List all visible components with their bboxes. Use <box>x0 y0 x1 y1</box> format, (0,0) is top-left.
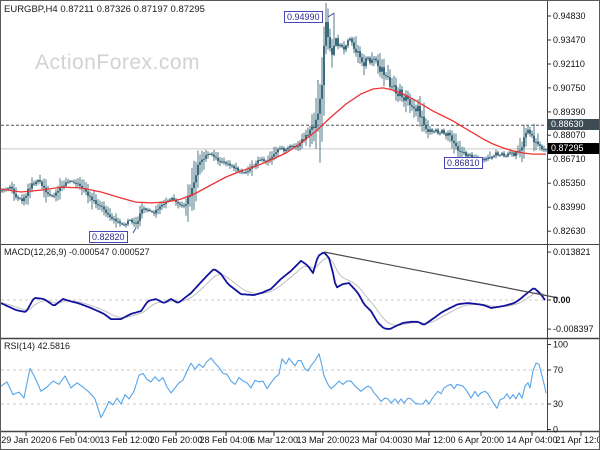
candlestick-wicks <box>1 3 547 229</box>
y-axis-label: 0.93470 <box>553 35 586 45</box>
moving-average-line <box>1 87 546 204</box>
y-axis-label: 0.90750 <box>553 83 586 93</box>
y-axis-label: 0.85350 <box>553 178 586 188</box>
x-axis-label: 6 Mar 12:00 <box>250 435 298 445</box>
y-axis-label: 0.94830 <box>553 11 586 21</box>
price-marker-support: 0.86810 <box>444 157 483 169</box>
y-axis-label: 0.82630 <box>553 226 586 236</box>
y-axis-label: 0.013821 <box>553 247 591 257</box>
x-axis-label: 6 Apr 20:00 <box>458 435 504 445</box>
x-axis-label: 6 Feb 04:00 <box>52 435 100 445</box>
macd-indicator-header: MACD(12,26,9) -0.000547 0.000527 <box>4 247 150 257</box>
x-axis-label: 30 Mar 12:00 <box>402 435 455 445</box>
axis-label-resistance-level: 0.88630 <box>548 119 599 130</box>
marker-connector <box>327 12 335 18</box>
price-marker-high: 0.94990 <box>284 11 323 23</box>
axis-label-current-price: 0.87295 <box>548 143 599 154</box>
chart-canvas[interactable]: 0.94830 0.93470 0.92110 0.90750 0.89390 0.880… <box>1 1 600 450</box>
y-axis-label: 0.92110 <box>553 59 585 69</box>
y-axis-label: 0.88070 <box>553 130 586 140</box>
candlestick-bodies <box>1 22 547 226</box>
y-axis-label: 0.89390 <box>553 107 586 117</box>
x-axis-label: 20 Feb 20:00 <box>149 435 202 445</box>
x-axis-label: 21 Apr 12:00 <box>555 435 600 445</box>
x-axis-label: 13 Mar 20:00 <box>296 435 349 445</box>
trading-chart-window[interactable]: ActionForex.com 0.94830 0.93470 0.92110 0.9… <box>0 0 600 450</box>
symbol-ohlc-header: EURGBP,H4 0.87211 0.87326 0.87197 0.8729… <box>4 4 205 15</box>
y-axis-label: 0.00 <box>553 295 571 305</box>
x-axis-label: 13 Feb 12:00 <box>99 435 152 445</box>
y-axis-label: 70 <box>553 365 563 375</box>
y-axis-label: -0.008397 <box>553 324 594 334</box>
y-axis-label: 0.83990 <box>553 202 586 212</box>
marker-connector <box>132 227 137 234</box>
y-axis-label: 100 <box>553 340 568 350</box>
y-axis-label: 30 <box>553 399 563 409</box>
x-axis-label: 23 Mar 04:00 <box>349 435 402 445</box>
macd-trendline[interactable] <box>323 251 559 299</box>
y-axis-label: 0 <box>553 425 558 435</box>
x-axis-label: 14 Apr 04:00 <box>506 435 557 445</box>
y-axis-label: 0.86710 <box>553 154 586 164</box>
x-axis-label: 29 Jan 2020 <box>1 435 51 445</box>
x-axis-label: 28 Feb 04:00 <box>199 435 252 445</box>
price-marker-low: 0.82820 <box>89 231 128 243</box>
macd-signal-line <box>1 257 546 326</box>
rsi-indicator-header: RSI(14) 42.5816 <box>4 341 71 351</box>
rsi-line <box>1 353 547 419</box>
